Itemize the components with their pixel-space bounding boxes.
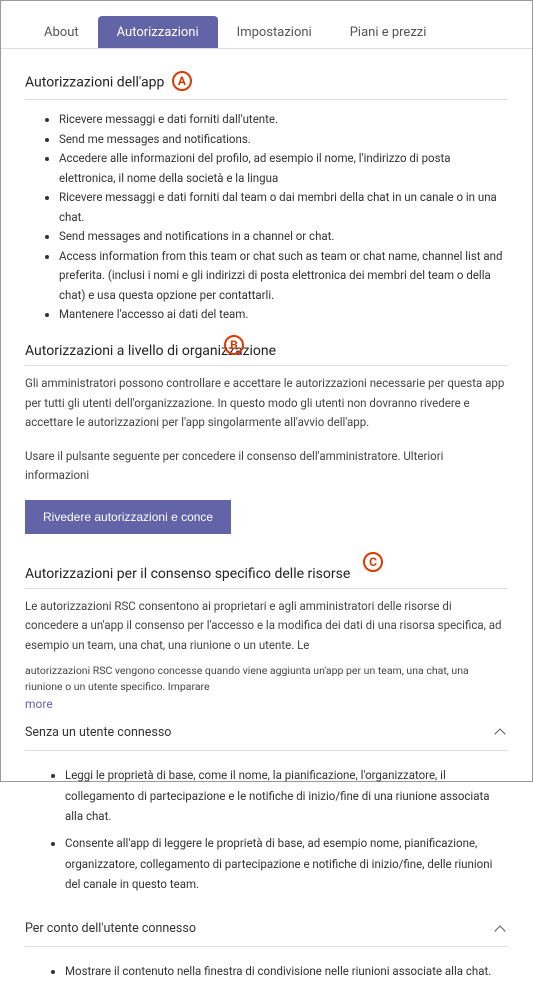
list-item: Ricevere messaggi e dati forniti dal tea…	[59, 188, 508, 227]
app-permissions-list: Ricevere messaggi e dati forniti dall'ut…	[25, 100, 508, 331]
section-org-body2-text: Usare il pulsante seguente per concedere…	[25, 449, 443, 483]
chevron-up-icon	[494, 922, 508, 936]
on-behalf-list: Mostrare il contenuto nella finestra di …	[25, 947, 508, 994]
section-rsc-title: Autorizzazioni per il consenso specifico…	[25, 554, 508, 589]
expander-no-user-label: Senza un utente connesso	[25, 725, 171, 740]
chevron-up-icon	[494, 725, 508, 739]
section-app-title-text: Autorizzazioni dell'app	[25, 75, 164, 91]
list-item: Send me messages and notifications.	[59, 130, 508, 150]
callout-b: B	[224, 335, 244, 355]
list-item: Leggi le proprietà di base, come il nome…	[65, 765, 508, 827]
review-permissions-button[interactable]: Rivedere autorizzazioni e conce	[25, 500, 231, 534]
callout-a: A	[172, 71, 192, 91]
more-link[interactable]: more	[25, 697, 508, 711]
tab-plans[interactable]: Piani e prezzi	[331, 16, 446, 48]
section-rsc-title-text: Autorizzazioni per il consenso specifico…	[25, 566, 350, 582]
list-item: Ricevere messaggi e dati forniti dall'ut…	[59, 110, 508, 130]
no-user-list: Leggi le proprietà di base, come il nome…	[25, 751, 508, 907]
tab-bar: About Autorizzazioni Impostazioni Piani …	[1, 1, 532, 49]
list-item: Accedere alle informazioni del profilo, …	[59, 149, 508, 188]
list-item: Mantenere l'accesso ai dati del team.	[59, 305, 508, 325]
tab-settings[interactable]: Impostazioni	[218, 16, 331, 48]
section-rsc-body-small: autorizzazioni RSC vengono concesse quan…	[25, 655, 508, 695]
list-item: Consente all'app di leggere le proprietà…	[65, 833, 508, 895]
expander-no-user[interactable]: Senza un utente connesso	[25, 711, 508, 751]
tab-about[interactable]: About	[25, 16, 98, 48]
tab-permissions[interactable]: Autorizzazioni	[98, 16, 218, 48]
section-org-body2: Usare il pulsante seguente per concedere…	[25, 439, 508, 486]
content-area: Autorizzazioni dell'app A Ricevere messa…	[1, 49, 532, 994]
list-item: Send messages and notifications in a cha…	[59, 227, 508, 247]
section-org-body1: Gli amministratori possono controllare e…	[25, 366, 508, 433]
section-rsc-body: Le autorizzazioni RSC consentono ai prop…	[25, 589, 508, 656]
list-item: Access information from this team or cha…	[59, 247, 508, 306]
callout-c: C	[363, 552, 383, 572]
list-item: Mostrare il contenuto nella finestra di …	[65, 961, 508, 982]
section-app-title: Autorizzazioni dell'app A	[25, 61, 508, 100]
section-org-title: Autorizzazioni a livello di organizzazio…	[25, 331, 508, 366]
expander-on-behalf-label: Per conto dell'utente connesso	[25, 921, 196, 936]
expander-on-behalf[interactable]: Per conto dell'utente connesso	[25, 907, 508, 947]
